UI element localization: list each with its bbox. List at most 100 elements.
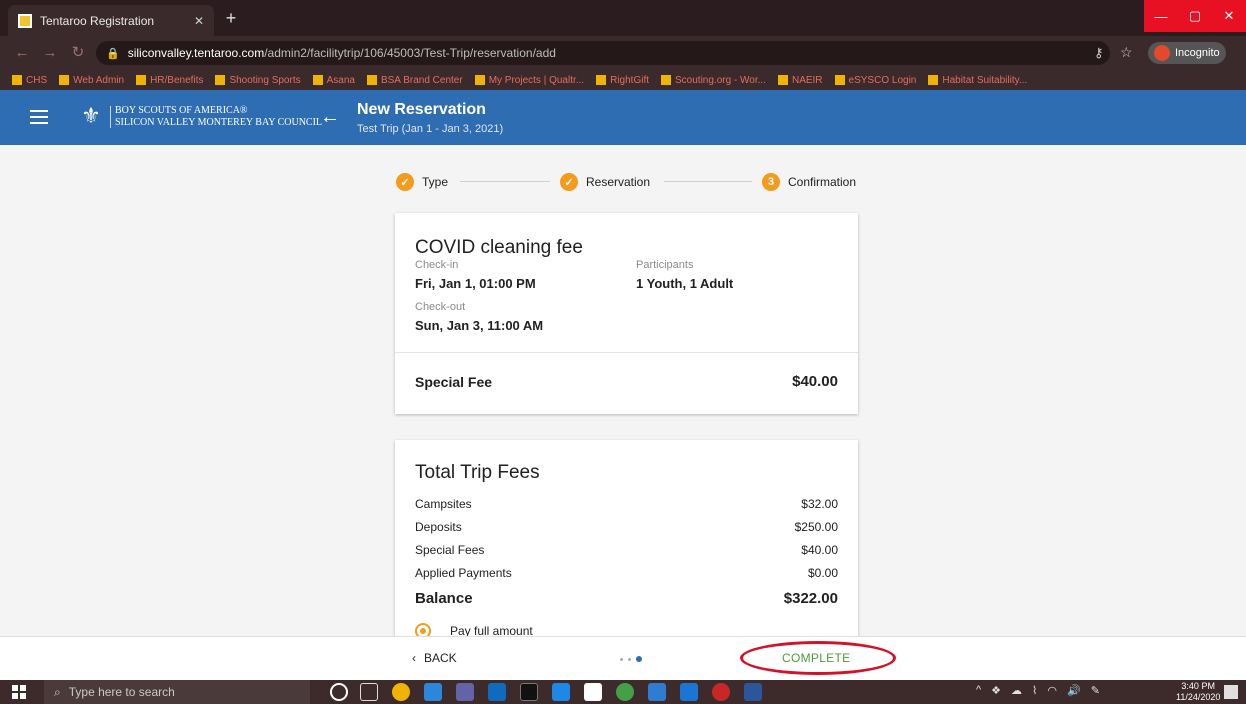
fee-row-deposits: Deposits $250.00: [415, 520, 838, 534]
bookmark-item[interactable]: My Projects | Qualtr...: [474, 75, 584, 86]
bookmark-item[interactable]: Web Admin: [59, 75, 124, 86]
scouting-icon: [661, 75, 671, 85]
teams-icon[interactable]: [456, 683, 474, 701]
browser-toolbar: ← → ↻ 🔒 siliconvalley.tentaroo.com/admin…: [0, 36, 1246, 70]
url-host: siliconvalley.tentaroo.com: [127, 46, 265, 60]
browser-forward-icon[interactable]: →: [40, 43, 60, 63]
file-explorer-icon[interactable]: [552, 683, 570, 701]
fee-row-special-fees: Special Fees $40.00: [415, 543, 838, 557]
url-text: siliconvalley.tentaroo.com/admin2/facili…: [128, 46, 556, 60]
mail-icon[interactable]: [680, 683, 698, 701]
bookmark-item[interactable]: Habitat Suitability...: [928, 75, 1027, 86]
taskbar-search-box[interactable]: ⌕ Type here to search: [44, 680, 310, 704]
incognito-icon: [1154, 45, 1170, 61]
participants-value: 1 Youth, 1 Adult: [636, 276, 734, 291]
bsa-icon: [366, 75, 377, 85]
back-button[interactable]: ‹ BACK: [412, 651, 457, 665]
step-reservation: ✓ Reservation: [560, 172, 650, 192]
outlook-icon[interactable]: [488, 683, 506, 701]
cortana-icon[interactable]: [330, 683, 348, 701]
document-icon[interactable]: [584, 683, 602, 701]
reservation-title: COVID cleaning fee: [415, 237, 583, 258]
bookmark-item[interactable]: Scouting.org - Wor...: [661, 75, 766, 86]
reload-icon[interactable]: ↻: [68, 43, 88, 63]
chrome-icon[interactable]: [392, 683, 410, 701]
pay-full-amount-radio[interactable]: [415, 623, 431, 636]
lock-icon[interactable]: 🔒: [106, 47, 120, 60]
bsa-fleur-de-lis-logo-icon: ⚜: [81, 103, 101, 128]
notifications-icon[interactable]: [1224, 685, 1238, 699]
bookmarks-bar: CHS Web Admin HR/Benefits Shooting Sport…: [0, 70, 1246, 90]
sync-icon[interactable]: [616, 683, 634, 701]
balance-row: Balance $322.00: [415, 590, 838, 607]
network-icon[interactable]: ⌇: [1032, 684, 1037, 697]
checkout-label: Check-out: [415, 301, 466, 313]
chevron-left-icon: ‹: [412, 651, 416, 665]
hamburger-menu-icon[interactable]: [30, 106, 48, 128]
taskbar-clock[interactable]: 3:40 PM 11/24/2020: [1176, 681, 1220, 703]
fee-row-amount: $40.00: [801, 543, 838, 557]
page-subtitle: Test Trip (Jan 1 - Jan 3, 2021): [357, 123, 504, 135]
step-label: Confirmation: [788, 175, 857, 189]
asana-icon: [312, 75, 323, 85]
minimize-window-icon[interactable]: —: [1144, 0, 1178, 32]
habitat-icon: [928, 75, 939, 85]
reservation-card: COVID cleaning fee Check-in Fri, Jan 1, …: [395, 213, 858, 414]
bookmark-star-icon[interactable]: ☆: [1120, 44, 1133, 61]
fee-row-amount: $250.00: [794, 520, 838, 534]
maximize-window-icon[interactable]: ▢: [1178, 0, 1212, 32]
tentaroo-favicon-icon: [18, 13, 32, 28]
bookmark-item[interactable]: RightGift: [596, 75, 649, 86]
address-bar[interactable]: 🔒 siliconvalley.tentaroo.com/admin2/faci…: [96, 41, 1110, 65]
rightgift-icon: [596, 75, 607, 85]
bookmark-item[interactable]: HR/Benefits: [136, 75, 203, 86]
participants-label: Participants: [636, 259, 694, 271]
volume-icon[interactable]: 🔊: [1067, 684, 1081, 697]
page-dot: [620, 657, 623, 661]
browser-tab[interactable]: Tentaroo Registration ✕: [8, 5, 214, 36]
app-icon[interactable]: [712, 683, 730, 701]
clock-date: 11/24/2020: [1176, 692, 1221, 702]
bookmark-item[interactable]: eSYSCO Login: [834, 75, 916, 86]
bookmark-item[interactable]: BSA Brand Center: [366, 75, 463, 86]
fee-row-label: Special Fees: [415, 543, 485, 557]
word-icon[interactable]: [744, 683, 762, 701]
new-tab-icon[interactable]: +: [220, 7, 242, 29]
fee-row-label: Campsites: [415, 497, 472, 511]
qualtrics-icon: [474, 75, 485, 85]
pay-full-amount-label[interactable]: Pay full amount: [450, 624, 533, 636]
bookmark-item[interactable]: CHS: [12, 75, 47, 86]
bookmark-item[interactable]: Shooting Sports: [215, 75, 301, 86]
wifi-icon[interactable]: ◠: [1047, 684, 1057, 697]
checkin-value: Fri, Jan 1, 01:00 PM: [415, 276, 536, 291]
key-icon[interactable]: ⚷: [1094, 45, 1104, 61]
close-window-icon[interactable]: ✕: [1212, 0, 1246, 32]
windows-start-icon[interactable]: [12, 685, 26, 699]
clock-time: 3:40 PM: [1181, 681, 1215, 691]
checkin-label: Check-in: [415, 259, 459, 271]
back-button-label: BACK: [424, 651, 457, 665]
card-divider: [395, 352, 858, 353]
bookmark-item[interactable]: Asana: [312, 75, 355, 86]
fee-row-campsites: Campsites $32.00: [415, 497, 838, 511]
bookmark-item[interactable]: NAEIR: [777, 75, 823, 86]
dropbox-icon[interactable]: ❖: [991, 684, 1001, 697]
browser-back-icon[interactable]: ←: [12, 43, 32, 63]
fee-row-label: Applied Payments: [415, 566, 512, 580]
calculator-icon[interactable]: [648, 683, 666, 701]
org-line-2: SILICON VALLEY MONTEREY BAY COUNCIL: [115, 117, 323, 128]
folder-icon: [59, 75, 70, 85]
pdf-app-icon[interactable]: [520, 683, 538, 701]
edge-icon[interactable]: [424, 683, 442, 701]
chevron-up-icon[interactable]: ^: [976, 684, 981, 697]
incognito-badge[interactable]: Incognito: [1148, 42, 1226, 64]
fee-row-amount: $0.00: [807, 566, 838, 580]
tab-title: Tentaroo Registration: [40, 13, 155, 28]
pen-icon[interactable]: ✎: [1091, 684, 1100, 697]
cloud-icon[interactable]: ☁: [1011, 684, 1022, 697]
system-tray: ^ ❖ ☁ ⌇ ◠ 🔊 ✎: [976, 684, 1100, 697]
page-dot: [628, 657, 631, 661]
task-view-icon[interactable]: [360, 683, 378, 701]
close-tab-icon[interactable]: ✕: [194, 14, 204, 28]
back-arrow-icon[interactable]: ←: [320, 105, 340, 129]
